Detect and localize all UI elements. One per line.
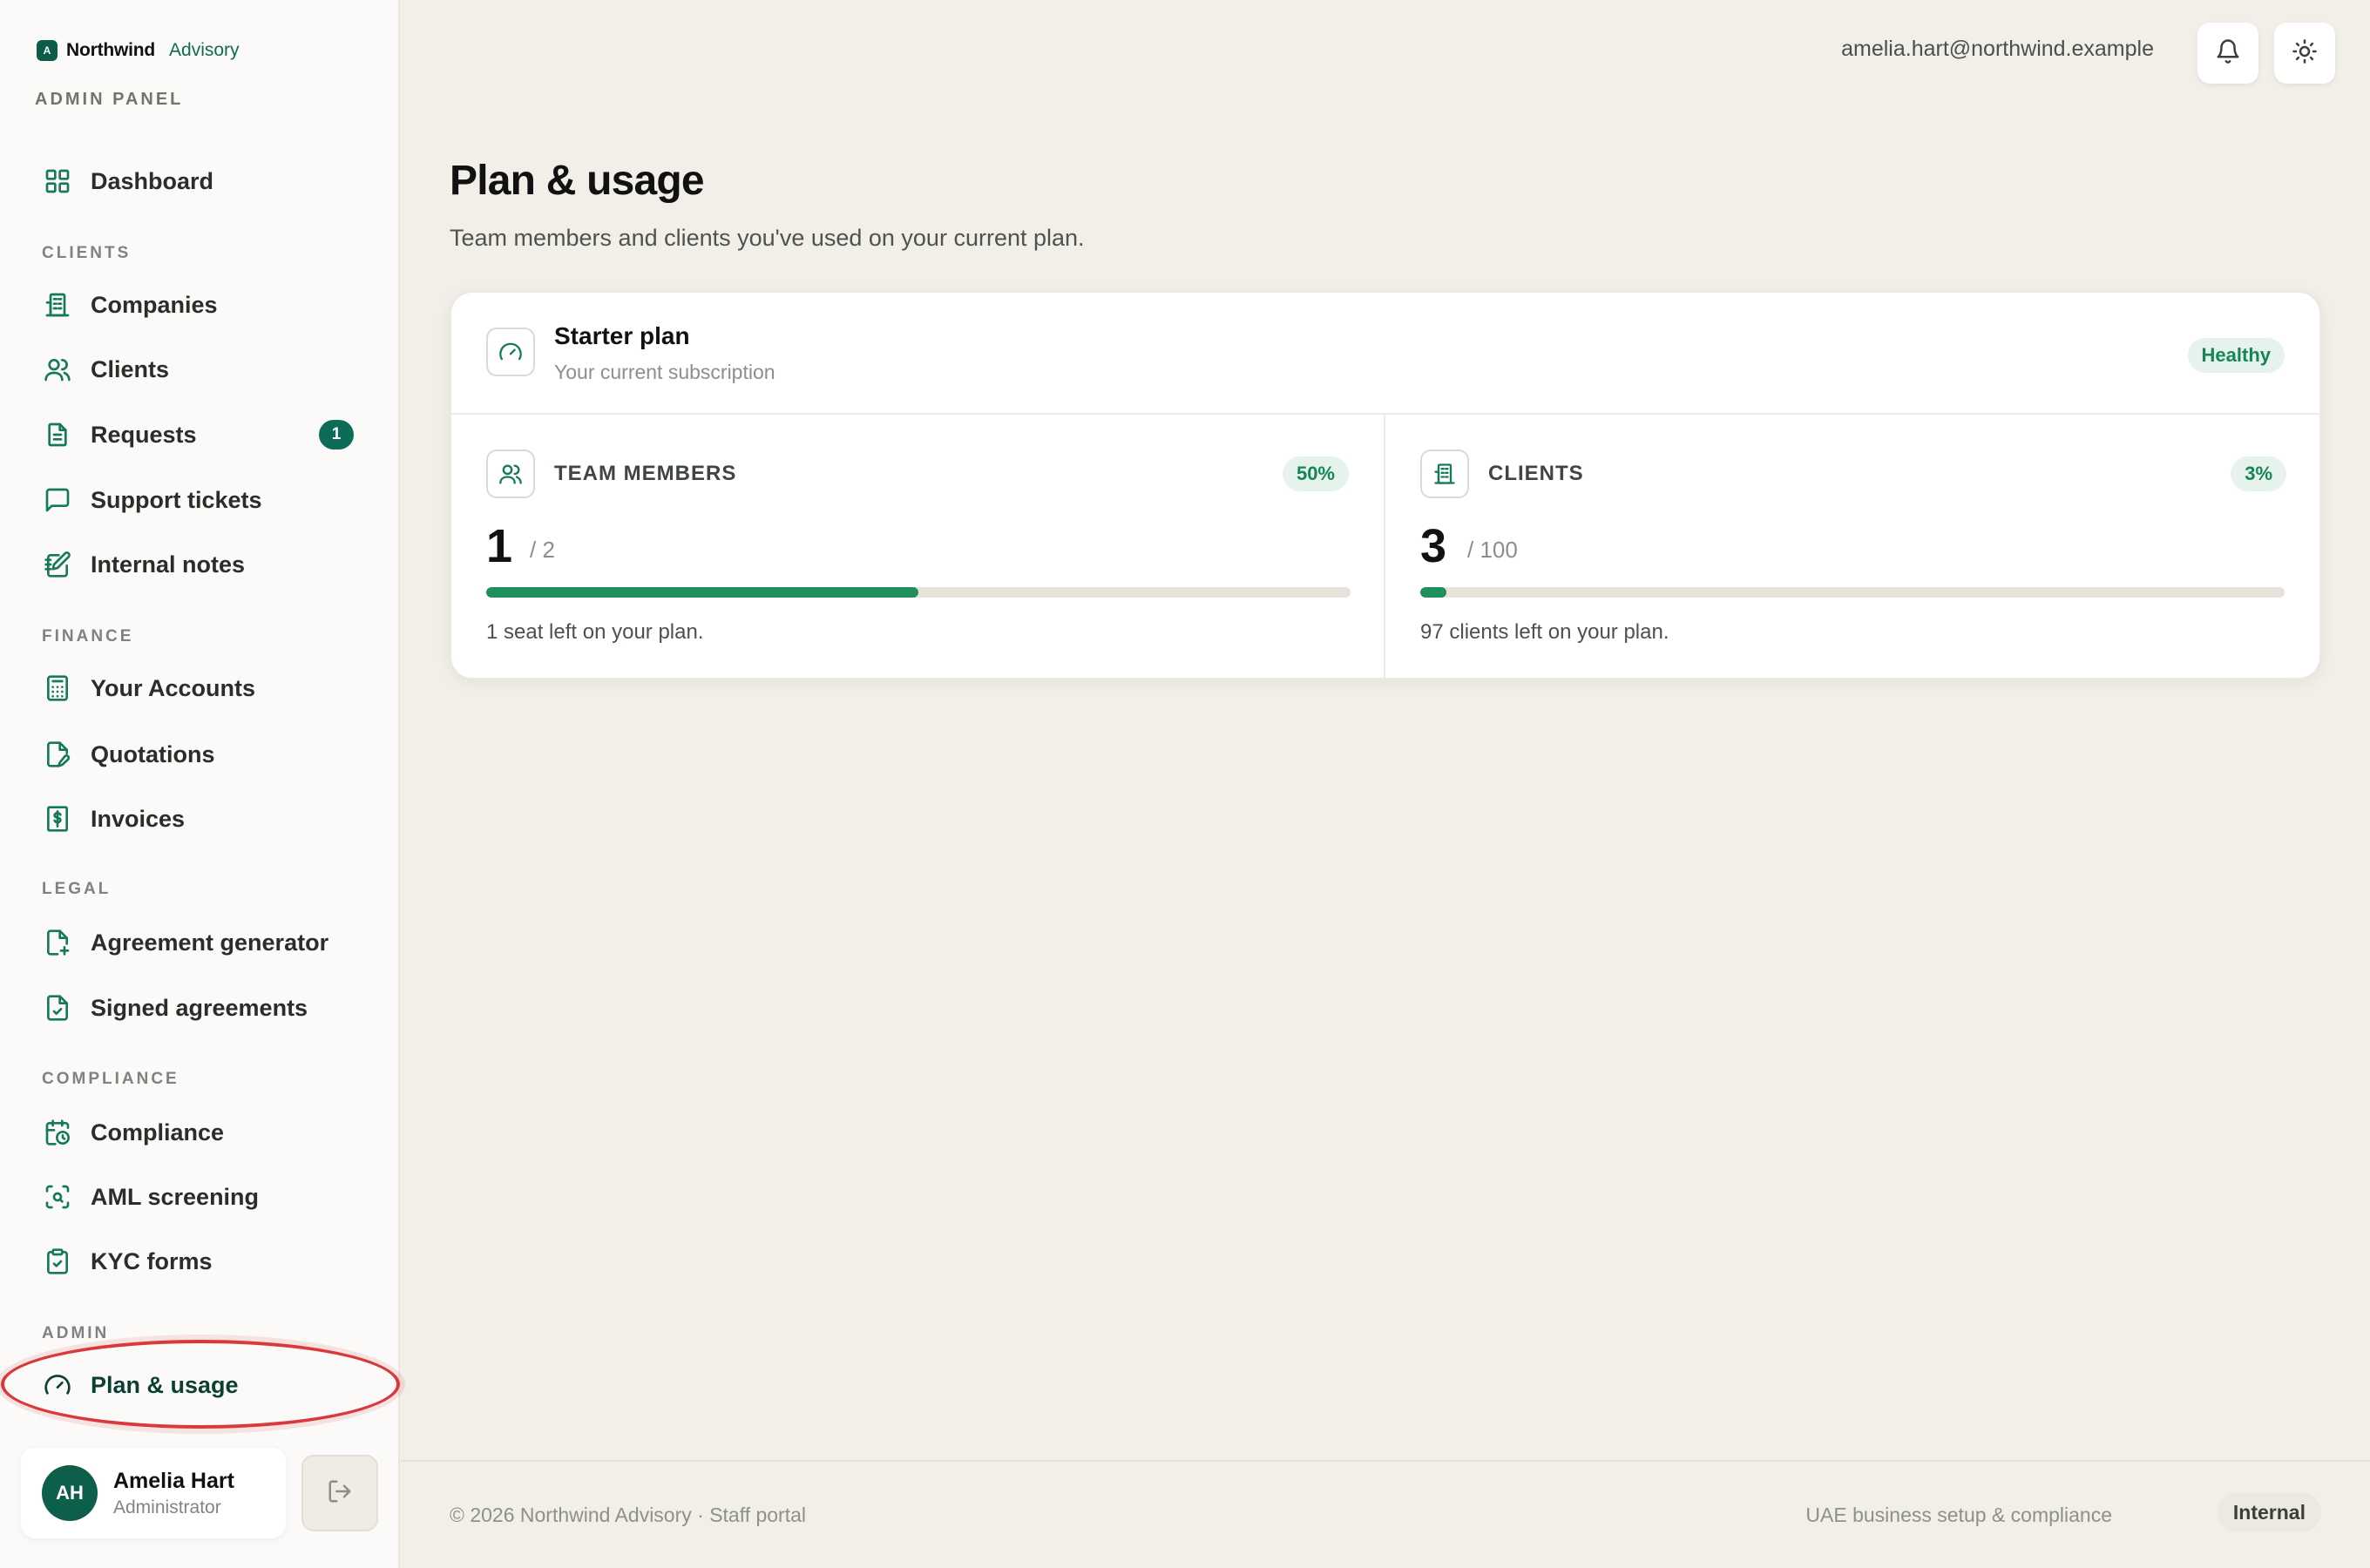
- plan-status-badge: Healthy: [2187, 338, 2285, 373]
- sidebar-item-internal-notes[interactable]: Internal notes: [26, 538, 373, 591]
- notifications-button[interactable]: [2197, 23, 2258, 84]
- sidebar-item-compliance[interactable]: Compliance: [26, 1106, 373, 1159]
- usage-used-count: 1: [486, 520, 513, 572]
- page-title: Plan & usage: [450, 158, 705, 204]
- sidebar-item-dashboard[interactable]: Dashboard: [26, 155, 373, 207]
- receipt-dollar-icon: [42, 803, 73, 835]
- sidebar-item-label: AML screening: [91, 1183, 260, 1210]
- plan-usage-card: Starter plan Your current subscription H…: [450, 291, 2321, 679]
- plan-description: Your current subscription: [554, 361, 775, 383]
- scan-search-icon: [42, 1181, 73, 1213]
- user-card[interactable]: AH Amelia Hart Administrator: [21, 1448, 286, 1538]
- requests-count-badge: 1: [319, 420, 354, 449]
- brand-mark-icon: A: [37, 40, 58, 61]
- team-members-usage: TEAM MEMBERS 50% 1 / 2 1 seat left on yo…: [451, 415, 1385, 679]
- sidebar-item-label: Quotations: [91, 740, 215, 767]
- sidebar-item-companies[interactable]: Companies: [26, 279, 373, 331]
- brand-sub: Advisory: [169, 40, 240, 60]
- usage-remaining-note: 97 clients left on your plan.: [1420, 620, 1669, 644]
- sidebar-item-agreement-generator[interactable]: Agreement generator: [26, 916, 373, 969]
- footer-copyright: © 2026 Northwind Advisory · Staff portal: [450, 1504, 807, 1526]
- file-check-icon: [42, 992, 73, 1024]
- sidebar-item-label: Invoices: [91, 805, 186, 832]
- sun-icon: [2292, 38, 2318, 69]
- message-square-icon: [42, 484, 73, 516]
- user-role: Administrator: [113, 1497, 221, 1517]
- highlight-ring: [1, 1340, 400, 1429]
- user-email: amelia.hart@northwind.example: [1841, 37, 2154, 61]
- file-pen-icon: [42, 739, 73, 770]
- section-label-compliance: COMPLIANCE: [42, 1070, 179, 1088]
- usage-percent-badge: 50%: [1282, 456, 1349, 491]
- clients-usage: CLIENTS 3% 3 / 100 97 clients left on yo…: [1385, 415, 2321, 679]
- sidebar-item-label: Agreement generator: [91, 929, 329, 956]
- sidebar-item-label: KYC forms: [91, 1247, 213, 1274]
- sidebar-item-clients[interactable]: Clients: [26, 343, 373, 395]
- log-out-icon: [327, 1478, 353, 1509]
- sidebar-item-aml-screening[interactable]: AML screening: [26, 1171, 373, 1223]
- sidebar-item-label: Internal notes: [91, 551, 246, 578]
- section-label-finance: FINANCE: [42, 627, 134, 645]
- file-plus-icon: [42, 927, 73, 958]
- user-name: Amelia Hart: [113, 1468, 234, 1493]
- usage-percent-badge: 3%: [2231, 456, 2286, 491]
- footer: © 2026 Northwind Advisory · Staff portal…: [401, 1460, 2370, 1568]
- sidebar-item-label: Clients: [91, 355, 170, 382]
- notebook-pen-icon: [42, 549, 73, 580]
- sidebar-item-quotations[interactable]: Quotations: [26, 728, 373, 781]
- plan-card-header: Starter plan Your current subscription H…: [451, 293, 2319, 415]
- calculator-icon: [42, 672, 73, 704]
- usage-label: CLIENTS: [1488, 462, 1584, 485]
- usage-progress-fill: [486, 587, 918, 598]
- section-label-admin: ADMIN: [42, 1324, 110, 1342]
- bell-icon: [2215, 38, 2241, 69]
- building-icon: [1420, 449, 1469, 498]
- usage-label: TEAM MEMBERS: [554, 462, 737, 485]
- footer-tagline: UAE business setup & compliance: [1805, 1504, 2112, 1526]
- sidebar-item-support-tickets[interactable]: Support tickets: [26, 474, 373, 526]
- document-icon: [42, 419, 73, 450]
- sidebar-item-requests[interactable]: Requests 1: [26, 409, 373, 461]
- usage-limit: / 100: [1467, 537, 1518, 563]
- usage-limit: / 2: [530, 537, 555, 563]
- brand-name: Northwind: [66, 40, 156, 60]
- calendar-clock-icon: [42, 1117, 73, 1148]
- usage-used-count: 3: [1420, 520, 1447, 572]
- building-icon: [42, 289, 73, 321]
- usage-progress-bar: [486, 587, 1351, 598]
- usage-progress-fill: [1420, 587, 1446, 598]
- sidebar-item-label: Compliance: [91, 1119, 225, 1146]
- plan-name: Starter plan: [554, 322, 690, 349]
- footer-badge: Internal: [2217, 1493, 2321, 1531]
- sidebar-item-label: Dashboard: [91, 167, 214, 194]
- avatar: AH: [42, 1465, 98, 1521]
- sidebar-item-label: Requests: [91, 421, 197, 448]
- sidebar: A Northwind Advisory ADMIN PANEL Dashboa…: [0, 0, 400, 1568]
- sidebar-item-kyc-forms[interactable]: KYC forms: [26, 1235, 373, 1288]
- sidebar-item-your-accounts[interactable]: Your Accounts: [26, 662, 373, 714]
- section-label-clients: CLIENTS: [42, 244, 132, 262]
- users-icon: [486, 449, 535, 498]
- panel-label: ADMIN PANEL: [35, 90, 184, 109]
- section-label-legal: LEGAL: [42, 880, 112, 898]
- sidebar-item-label: Signed agreements: [91, 994, 308, 1021]
- sidebar-item-label: Companies: [91, 291, 218, 318]
- plan-gauge-icon: [486, 328, 535, 376]
- usage-remaining-note: 1 seat left on your plan.: [486, 620, 704, 644]
- users-icon: [42, 354, 73, 385]
- brand-logo[interactable]: A Northwind Advisory: [37, 40, 240, 61]
- dashboard-grid-icon: [42, 166, 73, 197]
- clipboard-check-icon: [42, 1246, 73, 1277]
- theme-toggle-button[interactable]: [2274, 23, 2335, 84]
- sidebar-item-invoices[interactable]: Invoices: [26, 793, 373, 845]
- logout-button[interactable]: [301, 1455, 378, 1531]
- page-subtitle: Team members and clients you've used on …: [450, 225, 1085, 251]
- sidebar-item-label: Support tickets: [91, 486, 262, 513]
- usage-progress-bar: [1420, 587, 2285, 598]
- sidebar-item-label: Your Accounts: [91, 674, 256, 701]
- sidebar-item-signed-agreements[interactable]: Signed agreements: [26, 982, 373, 1034]
